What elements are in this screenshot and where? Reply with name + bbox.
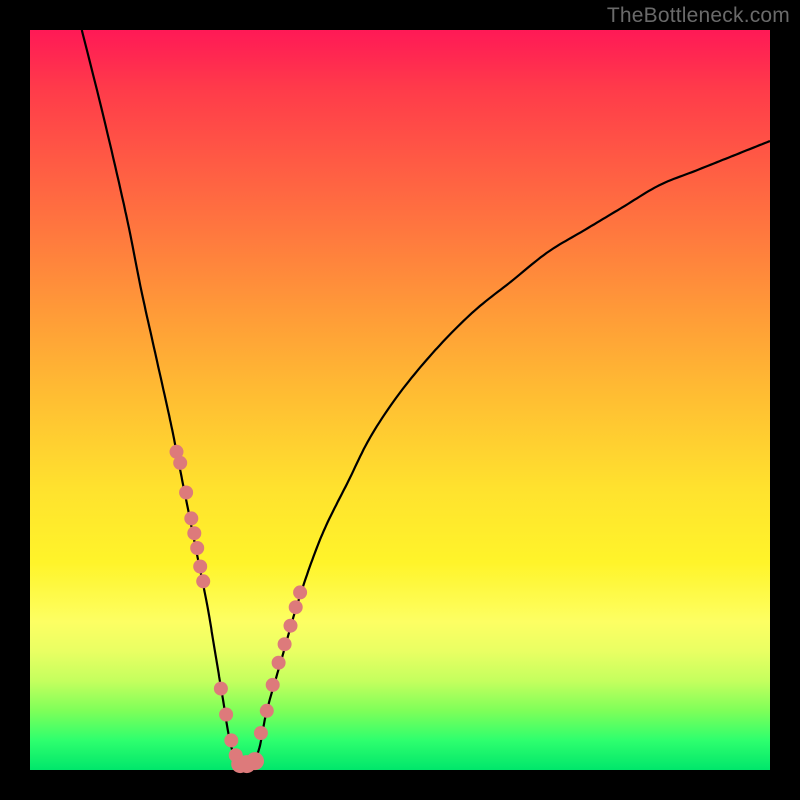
chart-plot-area bbox=[30, 30, 770, 770]
marker-dot bbox=[293, 585, 307, 599]
marker-dot bbox=[260, 704, 274, 718]
marker-dot bbox=[196, 574, 210, 588]
marker-dot bbox=[254, 726, 268, 740]
marker-dot bbox=[278, 637, 292, 651]
marker-dot bbox=[289, 600, 303, 614]
marker-dot bbox=[266, 678, 280, 692]
chart-svg bbox=[30, 30, 770, 770]
marker-dot bbox=[173, 456, 187, 470]
marker-dot bbox=[246, 752, 264, 770]
marker-dot bbox=[187, 526, 201, 540]
marker-dot bbox=[179, 486, 193, 500]
watermark-text: TheBottleneck.com bbox=[607, 4, 790, 28]
marker-dot bbox=[184, 511, 198, 525]
marker-dot bbox=[214, 682, 228, 696]
bottleneck-curve bbox=[82, 30, 770, 766]
chart-frame: TheBottleneck.com bbox=[0, 0, 800, 800]
marker-dot bbox=[193, 560, 207, 574]
marker-dot bbox=[224, 733, 238, 747]
marker-dot bbox=[272, 656, 286, 670]
marker-dot bbox=[284, 619, 298, 633]
marker-dot bbox=[219, 708, 233, 722]
marker-dot bbox=[190, 541, 204, 555]
marker-dots bbox=[170, 445, 308, 773]
